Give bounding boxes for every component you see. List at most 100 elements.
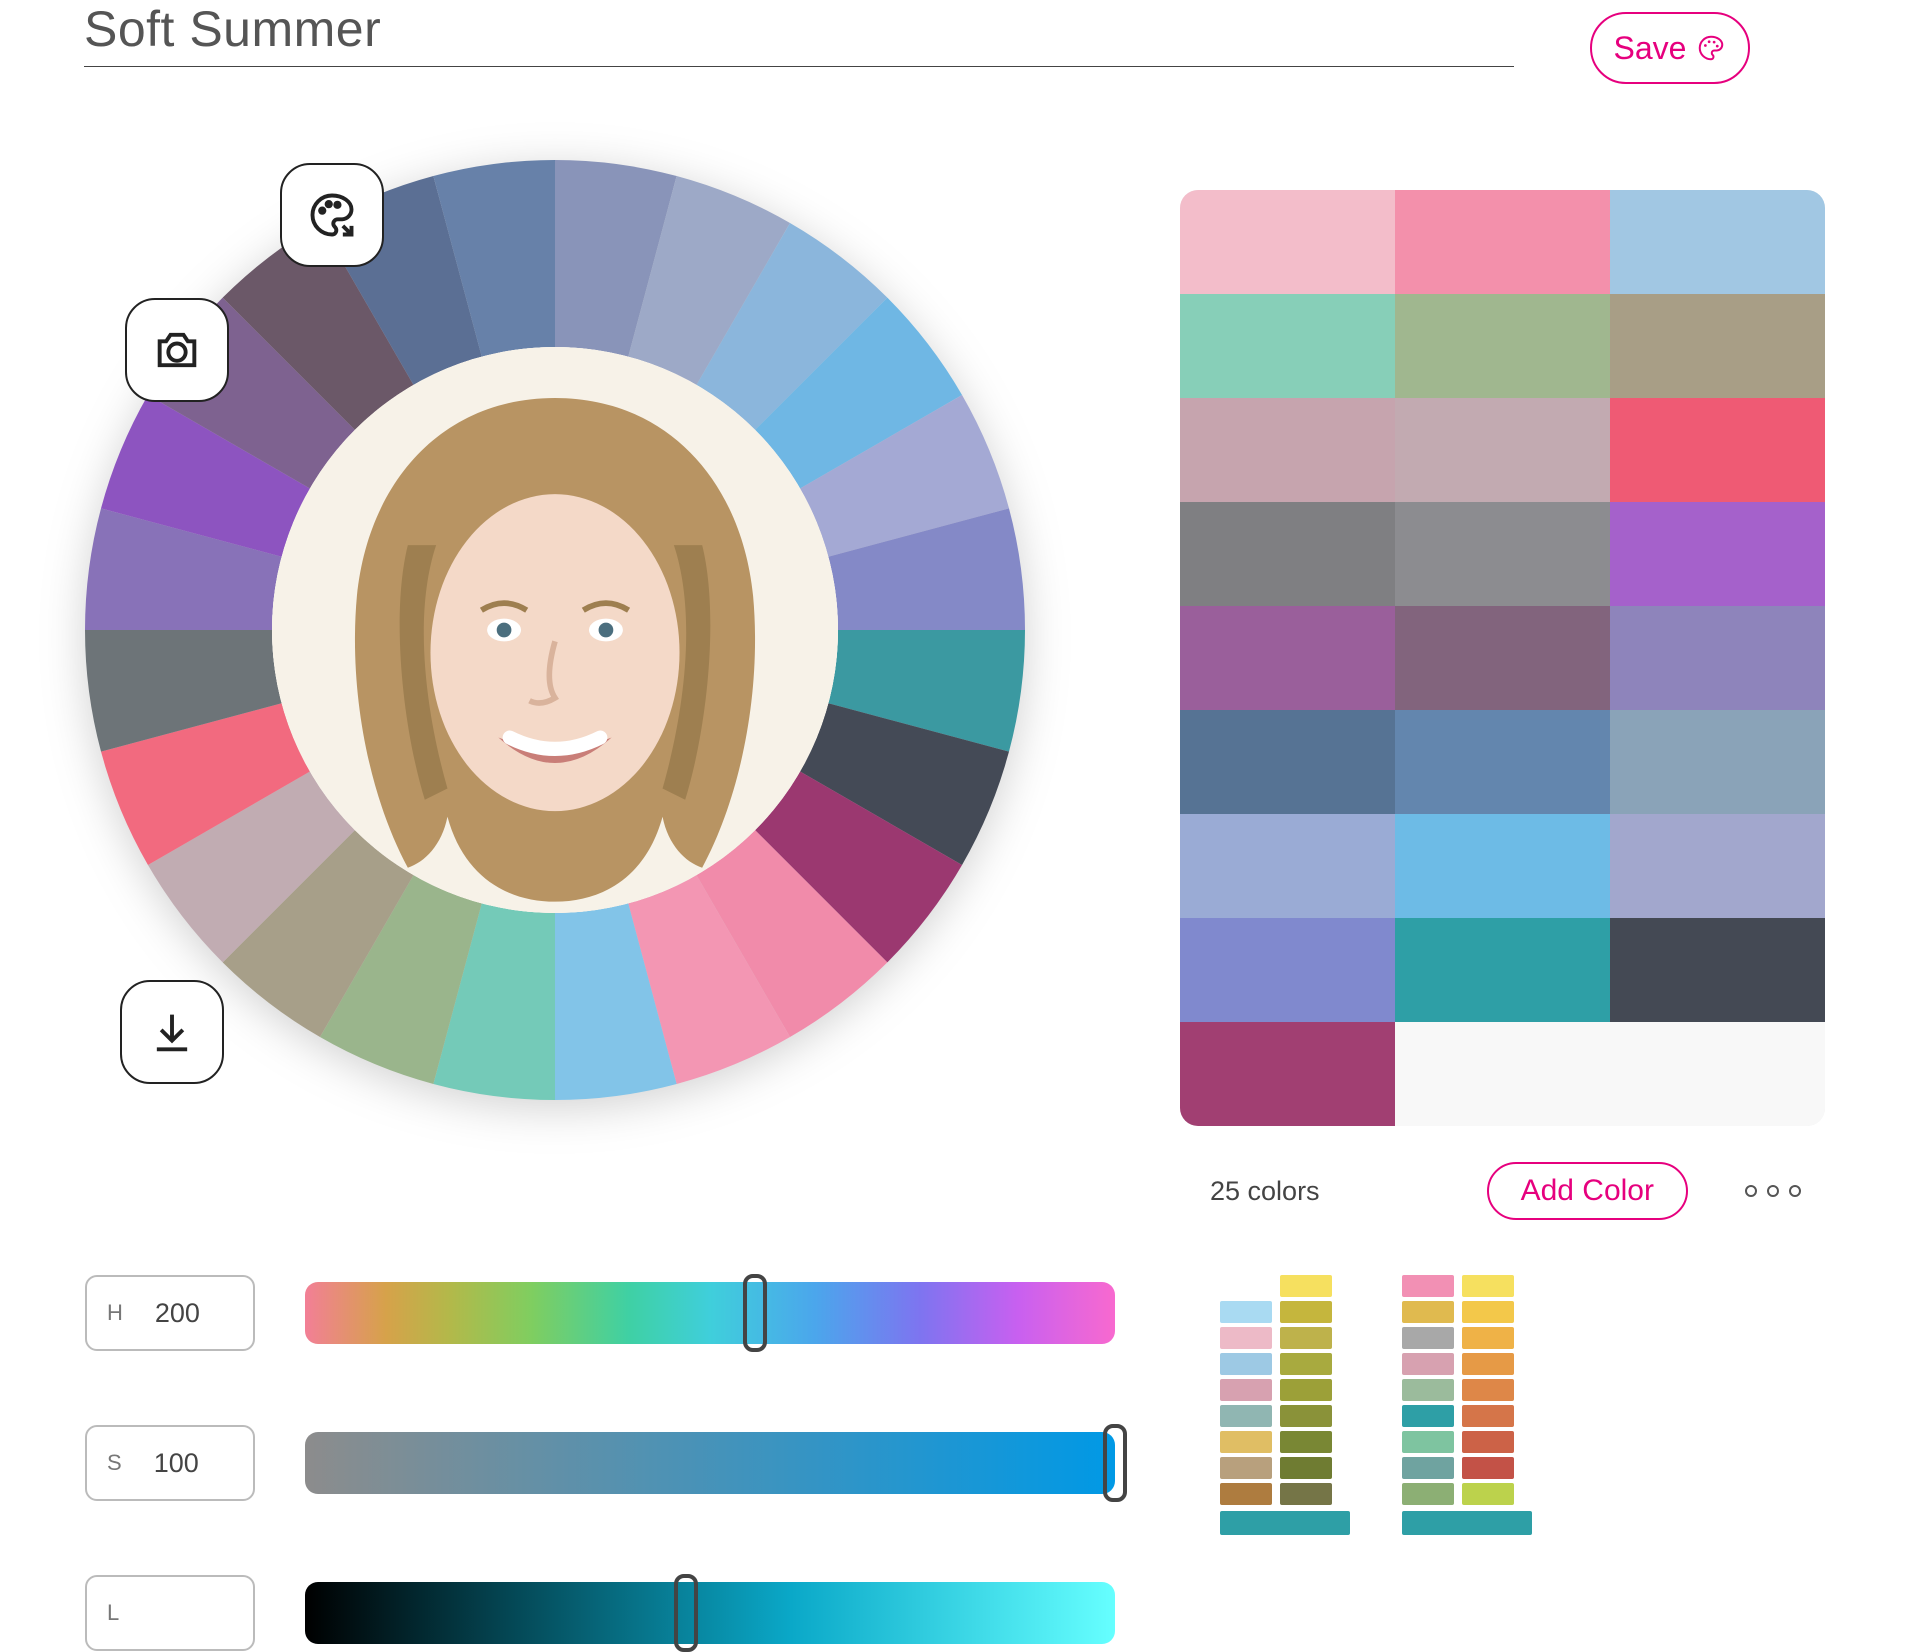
hue-value-field[interactable] (153, 1297, 223, 1330)
ref-chip (1220, 1275, 1272, 1297)
swatch-count-label: 25 colors (1210, 1176, 1320, 1207)
ref-chip (1280, 1431, 1332, 1453)
color-swatch[interactable] (1180, 918, 1395, 1022)
color-swatch[interactable] (1610, 294, 1825, 398)
ref-chip (1220, 1353, 1272, 1375)
dot-icon (1745, 1185, 1757, 1197)
color-swatch[interactable] (1180, 710, 1395, 814)
ref-chip (1462, 1405, 1514, 1427)
lightness-row: L (85, 1575, 1115, 1651)
chip-stack[interactable] (1220, 1275, 1272, 1505)
saturation-input[interactable]: S (85, 1425, 255, 1501)
lightness-slider[interactable] (305, 1582, 1115, 1644)
ref-chip (1220, 1405, 1272, 1427)
hue-label: H (107, 1300, 123, 1326)
ref-chip (1220, 1327, 1272, 1349)
ref-chip (1402, 1457, 1454, 1479)
ref-chip (1402, 1431, 1454, 1453)
add-color-button[interactable]: Add Color (1487, 1162, 1688, 1220)
ref-chip (1220, 1301, 1272, 1323)
ref-chip (1280, 1301, 1332, 1323)
ref-chip (1220, 1457, 1272, 1479)
color-swatch[interactable] (1180, 814, 1395, 918)
color-swatch[interactable] (1395, 710, 1610, 814)
color-swatch[interactable] (1395, 606, 1610, 710)
palette-icon (306, 189, 358, 241)
saturation-value-field[interactable] (152, 1447, 222, 1480)
user-photo[interactable] (272, 347, 838, 913)
color-swatch[interactable] (1610, 710, 1825, 814)
ref-chip (1220, 1483, 1272, 1505)
color-wheel (85, 160, 1055, 1130)
color-swatch[interactable] (1395, 502, 1610, 606)
ref-bar (1402, 1511, 1532, 1535)
color-swatch[interactable] (1610, 398, 1825, 502)
dot-icon (1789, 1185, 1801, 1197)
color-swatch[interactable] (1395, 294, 1610, 398)
ref-chip (1220, 1431, 1272, 1453)
color-swatch[interactable] (1395, 398, 1610, 502)
chip-stack[interactable] (1462, 1275, 1514, 1505)
reference-column (1402, 1275, 1532, 1505)
lightness-value-field[interactable] (149, 1597, 219, 1630)
ref-chip (1220, 1379, 1272, 1401)
dot-icon (1767, 1185, 1779, 1197)
reference-strips (1220, 1275, 1840, 1535)
swatch-grid (1180, 190, 1825, 1126)
ref-chip (1402, 1301, 1454, 1323)
download-button[interactable] (120, 980, 224, 1084)
slider-thumb[interactable] (674, 1574, 698, 1652)
color-swatch[interactable] (1180, 294, 1395, 398)
ref-chip (1280, 1405, 1332, 1427)
chip-stack[interactable] (1402, 1275, 1454, 1505)
hue-slider[interactable] (305, 1282, 1115, 1344)
empty-swatch (1610, 1022, 1825, 1126)
ref-chip (1402, 1405, 1454, 1427)
chip-stack[interactable] (1280, 1275, 1332, 1505)
ref-chip (1280, 1379, 1332, 1401)
hue-input[interactable]: H (85, 1275, 255, 1351)
saturation-slider[interactable] (305, 1432, 1115, 1494)
ref-chip (1280, 1353, 1332, 1375)
color-swatch[interactable] (1610, 606, 1825, 710)
ref-chip (1402, 1353, 1454, 1375)
slider-thumb[interactable] (1103, 1424, 1127, 1502)
more-options-button[interactable] (1745, 1185, 1801, 1197)
color-swatch[interactable] (1395, 190, 1610, 294)
ref-chip (1402, 1327, 1454, 1349)
ref-chip (1462, 1431, 1514, 1453)
ref-chip (1462, 1483, 1514, 1505)
color-swatch[interactable] (1610, 190, 1825, 294)
saturation-label: S (107, 1450, 122, 1476)
ref-chip (1402, 1483, 1454, 1505)
color-swatch[interactable] (1395, 814, 1610, 918)
lightness-input[interactable]: L (85, 1575, 255, 1651)
ref-chip (1462, 1457, 1514, 1479)
ref-chip (1280, 1483, 1332, 1505)
ref-chip (1402, 1275, 1454, 1297)
palette-tool-button[interactable] (280, 163, 384, 267)
swatch-panel: 25 colors Add Color (1180, 190, 1825, 1220)
ref-chip (1280, 1275, 1332, 1297)
saturation-row: S (85, 1425, 1115, 1501)
color-swatch[interactable] (1180, 502, 1395, 606)
color-swatch[interactable] (1180, 190, 1395, 294)
color-swatch[interactable] (1180, 606, 1395, 710)
slider-thumb[interactable] (743, 1274, 767, 1352)
color-swatch[interactable] (1395, 918, 1610, 1022)
color-swatch[interactable] (1180, 398, 1395, 502)
camera-icon (151, 324, 203, 376)
ref-chip (1462, 1379, 1514, 1401)
color-swatch[interactable] (1610, 502, 1825, 606)
ref-chip (1280, 1327, 1332, 1349)
ref-bar (1220, 1511, 1350, 1535)
empty-swatch (1395, 1022, 1610, 1126)
ref-chip (1402, 1379, 1454, 1401)
lightness-label: L (107, 1600, 119, 1626)
color-swatch[interactable] (1610, 918, 1825, 1022)
color-swatch[interactable] (1180, 1022, 1395, 1126)
camera-button[interactable] (125, 298, 229, 402)
reference-column (1220, 1275, 1350, 1505)
ref-chip (1462, 1301, 1514, 1323)
color-swatch[interactable] (1610, 814, 1825, 918)
